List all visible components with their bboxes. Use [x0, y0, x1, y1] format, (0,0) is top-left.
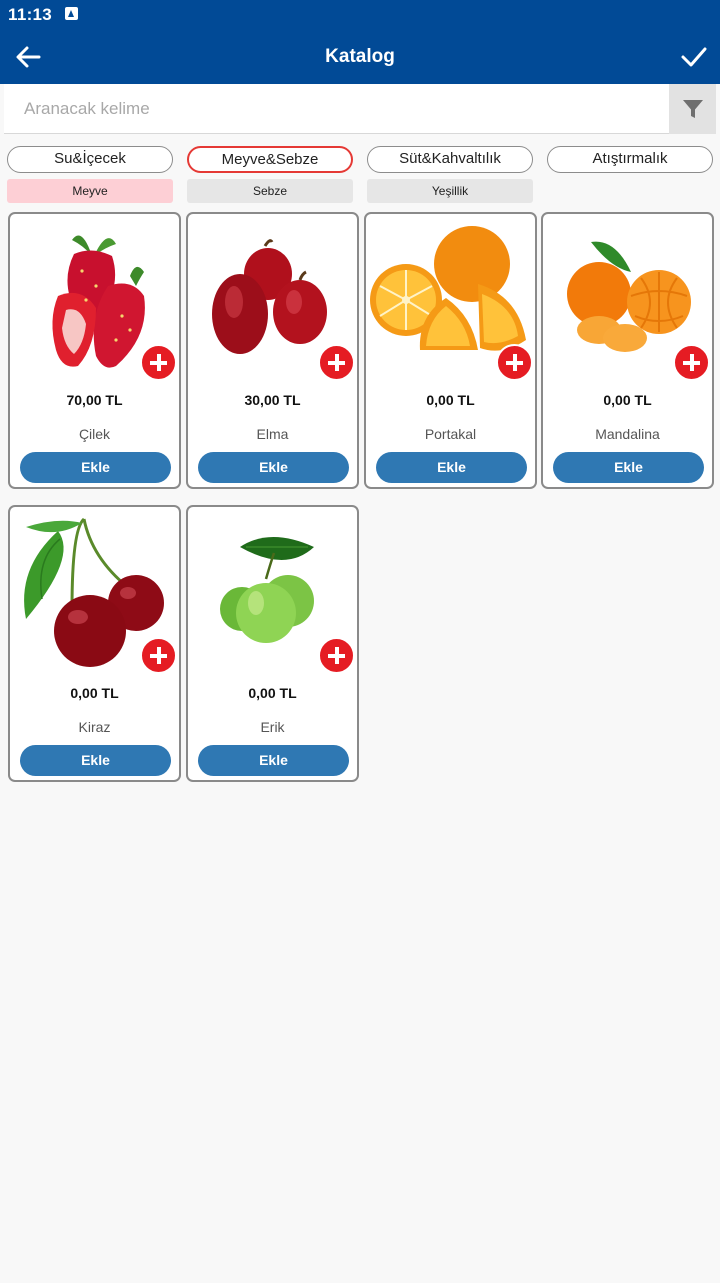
product-card[interactable]: 0,00 TL Kiraz Ekle	[8, 505, 181, 782]
page-title: Katalog	[325, 46, 395, 67]
add-to-cart-icon[interactable]	[318, 344, 355, 381]
check-icon	[681, 47, 707, 67]
product-name: Erik	[260, 719, 285, 735]
app-bar: Katalog	[0, 30, 720, 84]
product-name: Portakal	[424, 426, 477, 442]
product-price: 0,00 TL	[248, 685, 297, 701]
product-price: 0,00 TL	[70, 685, 119, 701]
notification-icon	[65, 7, 78, 20]
status-bar: 11:13	[0, 0, 720, 30]
product-card[interactable]: 30,00 TL Elma Ekle	[186, 212, 359, 489]
filter-button[interactable]	[669, 84, 716, 134]
search-input[interactable]	[4, 84, 668, 134]
add-to-cart-icon[interactable]	[673, 344, 710, 381]
add-button[interactable]: Ekle	[20, 452, 171, 483]
category-tab-su-icecek[interactable]: Su&İçecek	[7, 146, 173, 173]
category-tab-meyve-sebze[interactable]: Meyve&Sebze	[187, 146, 353, 173]
add-to-cart-icon[interactable]	[140, 637, 177, 674]
product-name: Mandalina	[595, 426, 660, 442]
add-to-cart-icon[interactable]	[318, 637, 355, 674]
subcategory-tab-yesillik[interactable]: Yeşillik	[367, 179, 533, 203]
subcategory-tab-sebze[interactable]: Sebze	[187, 179, 353, 203]
product-price: 0,00 TL	[603, 392, 652, 408]
subcategory-tab-meyve[interactable]: Meyve	[7, 179, 173, 203]
product-name: Çilek	[78, 426, 111, 442]
add-to-cart-icon[interactable]	[496, 344, 533, 381]
product-card[interactable]: 70,00 TL Çilek Ekle	[8, 212, 181, 489]
category-tab-sut-kahvaltilik[interactable]: Süt&Kahvaltılık	[367, 146, 533, 173]
product-price: 70,00 TL	[66, 392, 123, 408]
product-name: Kiraz	[78, 719, 111, 735]
add-to-cart-icon[interactable]	[140, 344, 177, 381]
product-price: 30,00 TL	[244, 392, 301, 408]
category-tab-atistirmalik[interactable]: Atıştırmalık	[547, 146, 713, 173]
back-arrow-icon	[16, 46, 41, 68]
confirm-button[interactable]	[676, 39, 712, 75]
add-button[interactable]: Ekle	[376, 452, 527, 483]
add-button[interactable]: Ekle	[198, 452, 349, 483]
add-button[interactable]: Ekle	[20, 745, 171, 776]
filter-icon	[682, 100, 703, 118]
search-bar	[4, 84, 716, 134]
product-price: 0,00 TL	[426, 392, 475, 408]
status-time: 11:13	[8, 5, 53, 24]
product-name: Elma	[256, 426, 289, 442]
back-button[interactable]	[10, 39, 46, 75]
add-button[interactable]: Ekle	[198, 745, 349, 776]
product-card[interactable]: 0,00 TL Portakal Ekle	[364, 212, 537, 489]
product-card[interactable]: 0,00 TL Mandalina Ekle	[541, 212, 714, 489]
add-button[interactable]: Ekle	[553, 452, 704, 483]
product-card[interactable]: 0,00 TL Erik Ekle	[186, 505, 359, 782]
